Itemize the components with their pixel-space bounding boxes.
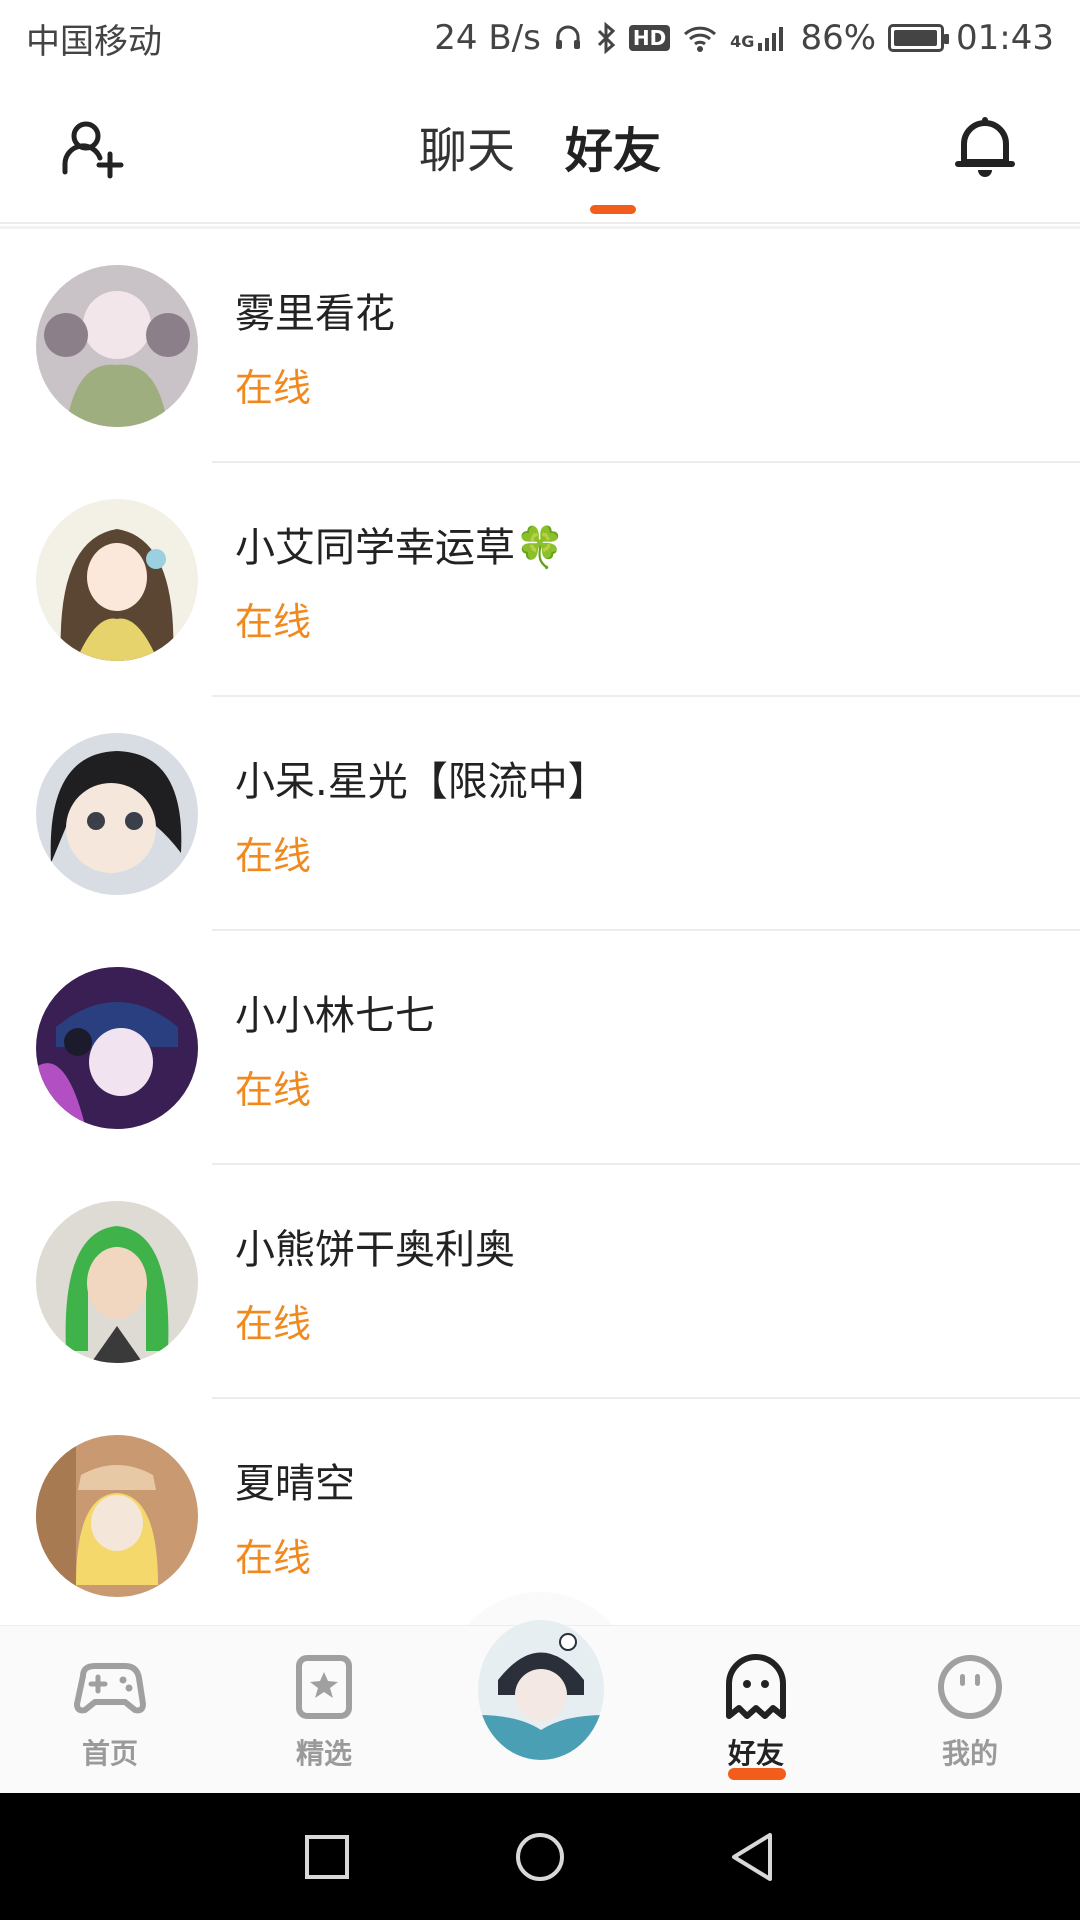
friend-item[interactable]: 小艾同学幸运草🍀 在线 xyxy=(0,463,1080,697)
recent-apps-square-icon[interactable] xyxy=(297,1827,357,1887)
hd-badge: HD xyxy=(628,25,671,51)
friend-status: 在线 xyxy=(235,1302,312,1346)
headphones-icon xyxy=(553,23,583,53)
friend-status: 在线 xyxy=(235,834,312,878)
friend-avatar[interactable] xyxy=(36,967,198,1129)
network-speed: 24 B/s xyxy=(434,18,541,58)
friend-list: 雾里看花 在线 小艾同学幸运草🍀 在线 小呆.星光【限流中】 在线 小小林七七 … xyxy=(0,229,1080,1625)
friend-status: 在线 xyxy=(235,1536,312,1580)
nav-friends-label: 好友 xyxy=(727,1737,784,1770)
notification-bell-icon[interactable] xyxy=(950,112,1020,182)
friend-name: 小艾同学幸运草🍀 xyxy=(235,515,565,573)
friend-status: 在线 xyxy=(235,600,312,644)
tab-bar: 聊天 好友 xyxy=(0,116,1080,214)
friend-name: 夏晴空 xyxy=(235,1461,355,1507)
ghost-icon xyxy=(726,1654,786,1719)
friend-item[interactable]: 雾里看花 在线 xyxy=(0,229,1080,463)
face-icon xyxy=(938,1655,1002,1719)
friend-avatar[interactable] xyxy=(36,1201,198,1363)
friend-avatar[interactable] xyxy=(36,1435,198,1597)
nav-me[interactable]: 我的 xyxy=(900,1646,1040,1786)
friend-name: 小小林七七 xyxy=(235,993,435,1039)
nav-featured-label: 精选 xyxy=(295,1737,352,1770)
nav-home-label: 首页 xyxy=(81,1737,138,1770)
home-circle-icon[interactable] xyxy=(510,1827,570,1887)
signal-icon xyxy=(756,23,788,53)
gamepad-icon xyxy=(74,1663,146,1714)
battery-level xyxy=(894,30,938,46)
friend-name: 小呆.星光【限流中】 xyxy=(235,759,608,805)
friend-item[interactable]: 小熊饼干奥利奥 在线 xyxy=(0,1165,1080,1399)
clover-icon: 🍀 xyxy=(515,525,565,571)
friend-name: 小熊饼干奥利奥 xyxy=(235,1227,515,1273)
wifi-icon xyxy=(682,23,718,53)
tab-chat[interactable]: 聊天 xyxy=(419,116,515,186)
nav-featured[interactable]: 精选 xyxy=(254,1646,394,1786)
back-triangle-icon[interactable] xyxy=(723,1827,783,1887)
bluetooth-icon xyxy=(595,22,617,54)
nav-home[interactable]: 首页 xyxy=(40,1646,180,1786)
tab-friends-label: 好友 xyxy=(565,123,662,179)
center-avatar-button[interactable] xyxy=(478,1620,604,1760)
friend-item[interactable]: 小呆.星光【限流中】 在线 xyxy=(0,697,1080,931)
top-header: 聊天 好友 xyxy=(0,76,1080,224)
status-bar: 中国移动 24 B/s HD 4G 86% 01:43 xyxy=(0,0,1080,76)
battery-percent: 86% xyxy=(800,18,877,58)
tab-friends[interactable]: 好友 xyxy=(565,116,662,214)
clock: 01:43 xyxy=(956,18,1054,58)
star-card-icon xyxy=(296,1655,352,1719)
friend-avatar[interactable] xyxy=(36,733,198,895)
active-tab-indicator xyxy=(590,205,636,214)
friend-avatar[interactable] xyxy=(36,265,198,427)
friend-status: 在线 xyxy=(235,366,312,410)
system-nav-bar xyxy=(0,1793,1080,1920)
friend-avatar[interactable] xyxy=(36,499,198,661)
nav-friends[interactable]: 好友 xyxy=(686,1646,826,1786)
nav-me-label: 我的 xyxy=(941,1737,998,1770)
network-type: 4G xyxy=(730,32,755,51)
friend-name-text: 小艾同学幸运草 xyxy=(235,525,515,571)
tab-chat-label: 聊天 xyxy=(418,123,515,179)
battery-icon xyxy=(888,24,950,52)
friend-status: 在线 xyxy=(235,1068,312,1112)
friend-item[interactable]: 小小林七七 在线 xyxy=(0,931,1080,1165)
carrier-name: 中国移动 xyxy=(26,21,162,62)
friend-name: 雾里看花 xyxy=(235,291,395,337)
